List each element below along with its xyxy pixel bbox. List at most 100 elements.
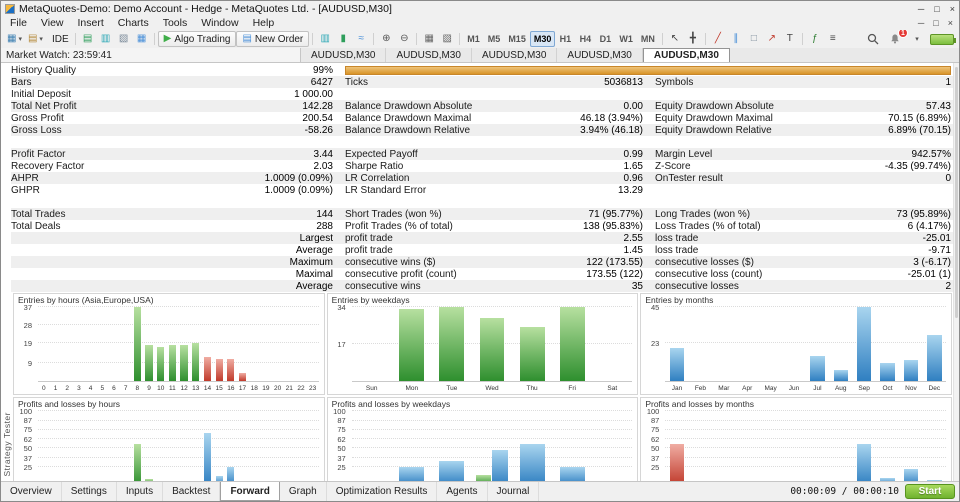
child-close-button[interactable]: × (948, 18, 953, 28)
minimize-button[interactable]: ─ (918, 4, 924, 14)
timeframe-d1-button[interactable]: D1 (595, 31, 615, 47)
notifications-button[interactable]: 1 (886, 31, 904, 47)
trendline-button[interactable]: ╱ (709, 31, 727, 47)
objects-button[interactable]: ≡ (824, 31, 842, 47)
toolbox-toggle[interactable]: ▦ (133, 31, 151, 47)
cursor-button[interactable]: ↖ (666, 31, 684, 47)
bar-chart-icon: ▥ (321, 34, 330, 44)
indicators-button[interactable]: ƒ (806, 31, 824, 47)
cascade-windows-button[interactable]: ▧ (438, 31, 456, 47)
chart-tab[interactable]: AUDUSD,M30 (472, 48, 557, 62)
tile-windows-icon: ▦ (425, 34, 434, 44)
timeframe-m30-button[interactable]: M30 (530, 31, 556, 47)
zoom-in-button[interactable]: ⊕ (377, 31, 395, 47)
menu-view[interactable]: View (34, 17, 71, 29)
vertical-scrollbar[interactable] (953, 63, 959, 481)
timeframe-mn-button[interactable]: MN (637, 31, 659, 47)
x-tick-label: 10 (155, 383, 167, 394)
tester-tab-agents[interactable]: Agents (437, 482, 487, 501)
tester-tab-settings[interactable]: Settings (62, 482, 117, 501)
tester-tabs: OverviewSettingsInputsBacktestForwardGra… (1, 482, 539, 501)
data-window-toggle[interactable]: ▥ (97, 31, 115, 47)
menu-tools[interactable]: Tools (156, 17, 195, 29)
channel-button[interactable]: ∥ (727, 31, 745, 47)
bar-group (213, 307, 225, 381)
test-timer: 00:00:09 / 00:00:10 (790, 486, 899, 497)
new-chart-button[interactable]: ▦▾ (4, 31, 25, 47)
arrow-tool-icon: ↗ (768, 34, 776, 44)
x-tick-label: Wed (472, 383, 512, 394)
bar-group (38, 307, 50, 381)
toolbar-separator (373, 33, 374, 45)
stat-label: Gross Profit (11, 113, 64, 124)
bar-group (132, 411, 144, 481)
report-row: Gross Loss-58.26Balance Drawdown Relativ… (11, 124, 953, 136)
bar-group (689, 307, 712, 381)
bar (904, 360, 919, 381)
close-button[interactable]: × (950, 4, 955, 14)
algo-trading-button[interactable]: ▶Algo Trading (158, 31, 237, 47)
chart-tab[interactable]: AUDUSD,M30 (643, 48, 730, 62)
child-minimize-button[interactable]: ─ (918, 18, 924, 28)
menu-charts[interactable]: Charts (111, 17, 156, 29)
text-tool-button[interactable]: T (781, 31, 799, 47)
stat-group: Expected Payoff0.99 (333, 149, 643, 160)
tile-windows-button[interactable]: ▦ (420, 31, 438, 47)
chevron-down-icon[interactable]: ▾ (908, 31, 926, 47)
search-button[interactable] (864, 31, 882, 47)
stat-group: OnTester result0 (643, 173, 953, 184)
child-restore-button[interactable]: □ (933, 18, 938, 28)
timeframe-h4-button[interactable]: H4 (575, 31, 595, 47)
timeframe-h1-button[interactable]: H1 (555, 31, 575, 47)
navigator-toggle[interactable]: ▧ (115, 31, 133, 47)
tester-tab-overview[interactable]: Overview (1, 482, 62, 501)
tester-tab-inputs[interactable]: Inputs (117, 482, 163, 501)
new-order-button[interactable]: ▤New Order (236, 31, 309, 47)
chart-tab[interactable]: AUDUSD,M30 (557, 48, 642, 62)
arrow-tool-button[interactable]: ↗ (763, 31, 781, 47)
scrollbar-thumb[interactable] (955, 67, 958, 318)
chart-tab[interactable]: AUDUSD,M30 (386, 48, 471, 62)
stat-label: Equity Drawdown Maximal (655, 113, 773, 124)
line-chart-button[interactable]: ≈ (352, 31, 370, 47)
start-button[interactable]: Start (905, 484, 955, 499)
x-tick-label: Mar (712, 383, 735, 394)
bar-group (108, 411, 120, 481)
bar-group (96, 307, 108, 381)
bar-chart-button[interactable]: ▥ (316, 31, 334, 47)
menu-window[interactable]: Window (194, 17, 245, 29)
x-tick-label: 9 (143, 383, 155, 394)
zoom-out-button[interactable]: ⊖ (395, 31, 413, 47)
bar (476, 475, 491, 481)
stat-value: -25.01 (923, 233, 951, 244)
timeframe-m5-button[interactable]: M5 (484, 31, 505, 47)
timeframe-w1-button[interactable]: W1 (615, 31, 637, 47)
tester-tab-optimization-results[interactable]: Optimization Results (327, 482, 438, 501)
menu-help[interactable]: Help (246, 17, 282, 29)
bar (145, 345, 152, 381)
tester-tab-journal[interactable]: Journal (488, 482, 540, 501)
ide-button[interactable]: IDE (46, 31, 72, 47)
stat-group: profit trade1.45 (333, 245, 643, 256)
stat-value: 6427 (311, 77, 333, 88)
timeframe-m1-button[interactable]: M1 (463, 31, 484, 47)
timeframe-m15-button[interactable]: M15 (504, 31, 530, 47)
tester-tab-backtest[interactable]: Backtest (163, 482, 220, 501)
market-watch-header[interactable]: Market Watch: 23:59:41 (1, 48, 301, 62)
shapes-button[interactable]: □ (745, 31, 763, 47)
candle-chart-button[interactable]: ▮ (334, 31, 352, 47)
app-window: MetaQuotes-Demo: Demo Account - Hedge - … (0, 0, 960, 502)
profiles-button[interactable]: ▤▾ (25, 31, 46, 47)
bar-group (876, 411, 899, 481)
menu-file[interactable]: File (3, 17, 34, 29)
bar-group (202, 307, 214, 381)
market-watch-toggle[interactable]: ▤ (79, 31, 97, 47)
algo-trading-button-label: Algo Trading (174, 34, 230, 45)
tester-tab-forward[interactable]: Forward (220, 482, 279, 501)
chart-tab[interactable]: AUDUSD,M30 (301, 48, 386, 62)
maximize-button[interactable]: □ (934, 4, 939, 14)
crosshair-button[interactable]: ╋ (684, 31, 702, 47)
tester-tab-graph[interactable]: Graph (280, 482, 327, 501)
report-row: Maximumconsecutive wins ($)122 (173.55)c… (11, 256, 953, 268)
menu-insert[interactable]: Insert (71, 17, 111, 29)
